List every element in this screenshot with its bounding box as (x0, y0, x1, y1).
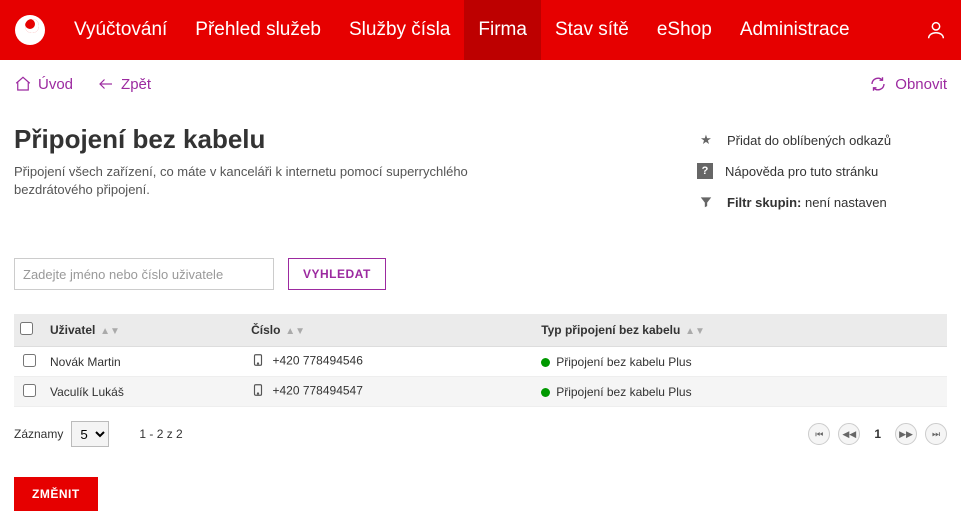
sort-icon: ▲▼ (282, 326, 305, 337)
side-links: ★ Přidat do oblíbených odkazů ? Nápověda… (697, 124, 947, 218)
pagination-buttons: ⏮ ◀◀ 1 ▶▶ ⏭ (808, 423, 947, 445)
back-link[interactable]: Zpět (97, 75, 151, 93)
header-type[interactable]: Typ připojení bez kabelu ▲▼ (535, 314, 947, 347)
cell-user: Novák Martin (44, 347, 245, 377)
row-checkbox[interactable] (23, 384, 36, 397)
records-label: Záznamy (14, 427, 63, 441)
home-icon (14, 75, 32, 93)
page-next-button[interactable]: ▶▶ (895, 423, 917, 445)
records-range: 1 - 2 z 2 (139, 427, 182, 441)
filter-icon (697, 193, 715, 211)
user-icon (925, 19, 947, 41)
cell-number: +420 778494547 (245, 377, 535, 407)
header-user[interactable]: Uživatel ▲▼ (44, 314, 245, 347)
table-row: Vaculík Lukáš +420 778494547 Připojení b… (14, 377, 947, 407)
nav-items: Vyúčtování Přehled služeb Služby čísla F… (60, 0, 864, 60)
phone-icon (251, 353, 265, 370)
back-label: Zpět (121, 76, 151, 93)
add-favorite-link[interactable]: ★ Přidat do oblíbených odkazů (697, 124, 947, 156)
nav-eshop[interactable]: eShop (643, 0, 726, 60)
status-dot-icon (541, 388, 550, 397)
star-icon: ★ (697, 131, 715, 149)
header-number[interactable]: Číslo ▲▼ (245, 314, 535, 347)
nav-company[interactable]: Firma (464, 0, 541, 60)
help-label: Nápověda pro tuto stránku (725, 164, 878, 179)
group-filter-link[interactable]: Filtr skupin: není nastaven (697, 186, 947, 218)
page-description: Připojení všech zařízení, co máte v kanc… (14, 163, 514, 199)
nav-number-services[interactable]: Služby čísla (335, 0, 464, 60)
select-all-cell (14, 314, 44, 347)
page-last-button[interactable]: ⏭ (925, 423, 947, 445)
page-title: Připojení bez kabelu (14, 124, 657, 155)
brand-logo[interactable] (10, 0, 50, 60)
sort-icon: ▲▼ (682, 326, 705, 337)
cell-number: +420 778494546 (245, 347, 535, 377)
users-table: Uživatel ▲▼ Číslo ▲▼ Typ připojení bez k… (14, 314, 947, 407)
nav-administration[interactable]: Administrace (726, 0, 864, 60)
help-link[interactable]: ? Nápověda pro tuto stránku (697, 156, 947, 186)
cell-type: Připojení bez kabelu Plus (535, 377, 947, 407)
help-icon: ? (697, 163, 713, 179)
page-size-select[interactable]: 5 (71, 421, 109, 447)
home-link[interactable]: Úvod (14, 75, 73, 93)
select-all-checkbox[interactable] (20, 322, 33, 335)
filter-text: Filtr skupin: není nastaven (727, 195, 887, 210)
search-input[interactable] (14, 258, 274, 290)
status-dot-icon (541, 358, 550, 367)
table-header-row: Uživatel ▲▼ Číslo ▲▼ Typ připojení bez k… (14, 314, 947, 347)
sort-icon: ▲▼ (97, 326, 120, 337)
cell-type: Připojení bez kabelu Plus (535, 347, 947, 377)
arrow-left-icon (97, 75, 115, 93)
row-checkbox[interactable] (23, 354, 36, 367)
user-menu[interactable] (911, 0, 961, 60)
page-current: 1 (868, 427, 887, 441)
paging-row: Záznamy 5 1 - 2 z 2 ⏮ ◀◀ 1 ▶▶ ⏭ (14, 421, 947, 447)
add-favorite-label: Přidat do oblíbených odkazů (727, 133, 891, 148)
nav-billing[interactable]: Vyúčtování (60, 0, 181, 60)
page-first-button[interactable]: ⏮ (808, 423, 830, 445)
page-prev-button[interactable]: ◀◀ (838, 423, 860, 445)
search-button[interactable]: VYHLEDAT (288, 258, 386, 290)
top-nav: Vyúčtování Přehled služeb Služby čísla F… (0, 0, 961, 60)
content-area: Připojení bez kabelu Připojení všech zař… (0, 108, 961, 531)
breadcrumb-bar: Úvod Zpět Obnovit (0, 60, 961, 108)
refresh-icon (869, 75, 887, 93)
cell-user: Vaculík Lukáš (44, 377, 245, 407)
home-label: Úvod (38, 76, 73, 93)
nav-network-status[interactable]: Stav sítě (541, 0, 643, 60)
nav-services-overview[interactable]: Přehled služeb (181, 0, 335, 60)
page-header-row: Připojení bez kabelu Připojení všech zař… (14, 108, 947, 218)
vodafone-logo-icon (15, 15, 45, 45)
table-row: Novák Martin +420 778494546 Připojení be… (14, 347, 947, 377)
change-button[interactable]: ZMĚNIT (14, 477, 98, 511)
refresh-label: Obnovit (895, 76, 947, 93)
search-row: VYHLEDAT (14, 258, 947, 290)
refresh-link[interactable]: Obnovit (869, 75, 947, 93)
phone-icon (251, 383, 265, 400)
